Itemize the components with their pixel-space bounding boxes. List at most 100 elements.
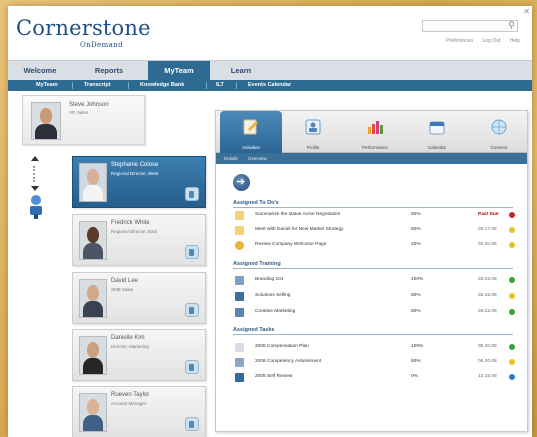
review-icon [235, 241, 244, 250]
item-date: 04.22.08 [478, 309, 497, 314]
item-name: Review Company Welcome Page [255, 242, 327, 247]
manager-card[interactable]: Steve Johnson VP, Sales [22, 95, 145, 145]
table-row[interactable]: Solutions Selling 80% 03.15.08 [233, 291, 515, 303]
subtab-overview[interactable]: Overview [248, 153, 267, 164]
document-icon [235, 343, 244, 352]
subnav-events-calendar[interactable]: Events Calendar [248, 80, 291, 91]
subnav-divider [128, 82, 129, 89]
item-percent: 50% [411, 227, 421, 232]
team-member-card[interactable]: Stephanie Colose Regional Director, West [72, 156, 206, 208]
table-row[interactable]: Creative Marketing 60% 04.22.08 [233, 307, 515, 319]
subnav-divider [206, 82, 207, 89]
item-date: 05.20.08 [478, 359, 497, 364]
item-date: 12.15.08 [478, 374, 497, 379]
item-percent: 100% [411, 277, 424, 282]
tab-performance[interactable]: Performance [344, 111, 406, 153]
logo-subtext: OnDemand [80, 41, 124, 49]
tab-welcome[interactable]: Welcome [16, 61, 64, 81]
contact-card-icon[interactable] [185, 245, 199, 259]
subnav-transcript[interactable]: Transcript [84, 80, 111, 91]
help-link[interactable]: Help [510, 38, 520, 44]
subtab-details[interactable]: Details [224, 153, 238, 164]
contact-card-icon[interactable] [185, 303, 199, 317]
course-icon [235, 292, 244, 301]
manager-photo [31, 102, 61, 140]
team-member-card[interactable]: Danielle Kim Director, Marketing [72, 329, 206, 381]
table-row[interactable]: 2008 Self Review 0% 12.15.08 [233, 372, 515, 384]
section-header-tasks: Assigned Tasks [233, 327, 513, 335]
activities-icon [243, 119, 258, 135]
item-name: 2008 Compensation Plan [255, 344, 309, 349]
contact-card-icon[interactable] [185, 417, 199, 431]
logo-text: Cornerstone [16, 16, 151, 40]
team-member-card[interactable]: Rueven Taylor Account Manager [72, 386, 206, 437]
contact-card-icon[interactable] [185, 187, 199, 201]
table-row[interactable]: Review Company Welcome Page 40% 03.20.08 [233, 240, 515, 252]
tab-label: Performance [362, 145, 388, 150]
item-date: 03.20.08 [478, 242, 497, 247]
member-photo [79, 221, 107, 260]
app-window: Cornerstone OnDemand ⚲ Preferences Log O… [8, 6, 532, 437]
item-name: Creative Marketing [255, 309, 296, 314]
member-photo [79, 393, 107, 432]
member-role: Director, Marketing [111, 344, 149, 349]
item-name: 2008 Competency Assessment [255, 359, 322, 364]
scroll-down-icon[interactable] [31, 186, 39, 191]
tab-learn[interactable]: Learn [216, 61, 266, 81]
item-date: Past Due [478, 212, 499, 217]
subnav-ilt[interactable]: ILT [216, 80, 224, 91]
member-info: Fredrick White Regional Director, East [111, 218, 203, 238]
main-nav: Welcome Reports MyTeam Learn [8, 60, 532, 81]
tab-calendar[interactable]: Calendar [406, 111, 468, 153]
member-photo [79, 163, 107, 202]
review-icon [235, 373, 244, 382]
note-icon [235, 211, 244, 220]
member-name: Fredrick White [111, 220, 150, 226]
subnav-myteam[interactable]: MyTeam [36, 80, 58, 91]
member-name: Stephanie Colose [111, 162, 159, 168]
table-row[interactable]: 2008 Competency Assessment 50% 05.20.08 [233, 357, 515, 369]
contact-card-icon[interactable] [185, 360, 199, 374]
preferences-link[interactable]: Preferences [446, 38, 473, 44]
member-role: Regional Director, East [111, 229, 158, 234]
panel-subtabs: Details Overview [216, 153, 527, 164]
tab-activities[interactable]: Activities [220, 111, 282, 153]
tab-myteam[interactable]: MyTeam [148, 61, 210, 81]
team-member-card[interactable]: David Lee SMB Sales [72, 272, 206, 324]
logout-link[interactable]: Log Out [483, 38, 501, 44]
tab-label: Activities [242, 145, 260, 150]
cornerstone-logo[interactable]: Cornerstone OnDemand [16, 16, 151, 49]
scroll-up-icon[interactable] [31, 156, 39, 161]
team-member-card[interactable]: Fredrick White Regional Director, East [72, 214, 206, 266]
member-info: Rueven Taylor Account Manager [111, 390, 203, 410]
search-icon[interactable]: ⚲ [508, 20, 515, 31]
tab-connect[interactable]: Connect [468, 111, 530, 153]
note-icon [235, 226, 244, 235]
table-row[interactable]: Meet with Daniel for New Market Strategy… [233, 225, 515, 237]
forward-arrow-icon[interactable] [233, 174, 250, 191]
manager-name: Steve Johnson [69, 102, 109, 108]
subnav-knowledge-bank[interactable]: Knowledge Bank [140, 80, 184, 91]
close-icon[interactable]: ✕ [523, 7, 530, 16]
status-dot [509, 227, 515, 233]
status-dot [509, 293, 515, 299]
member-info: David Lee SMB Sales [111, 276, 203, 296]
table-row[interactable]: 2008 Compensation Plan 100% 05.20.08 [233, 342, 515, 354]
sub-nav: MyTeam Transcript Knowledge Bank ILT Eve… [8, 80, 532, 91]
member-photo [79, 336, 107, 375]
status-dot [509, 359, 515, 365]
table-row[interactable]: Summarize the status Acme Negotiation 50… [233, 210, 515, 222]
search-input[interactable]: ⚲ [422, 20, 518, 32]
item-date: 03.15.08 [478, 293, 497, 298]
item-name: Solutions Selling [255, 293, 291, 298]
org-chart-icon[interactable] [26, 194, 46, 220]
assessment-icon [235, 358, 244, 367]
status-dot [509, 212, 515, 218]
table-row[interactable]: Branding 101 100% 03.03.08 [233, 275, 515, 287]
tab-reports[interactable]: Reports [78, 61, 140, 81]
item-percent: 0% [411, 374, 418, 379]
member-info: Stephanie Colose Regional Director, West [111, 160, 203, 180]
tab-profile[interactable]: Profile [282, 111, 344, 153]
subnav-divider [236, 82, 237, 89]
scroll-track[interactable] [33, 166, 37, 182]
